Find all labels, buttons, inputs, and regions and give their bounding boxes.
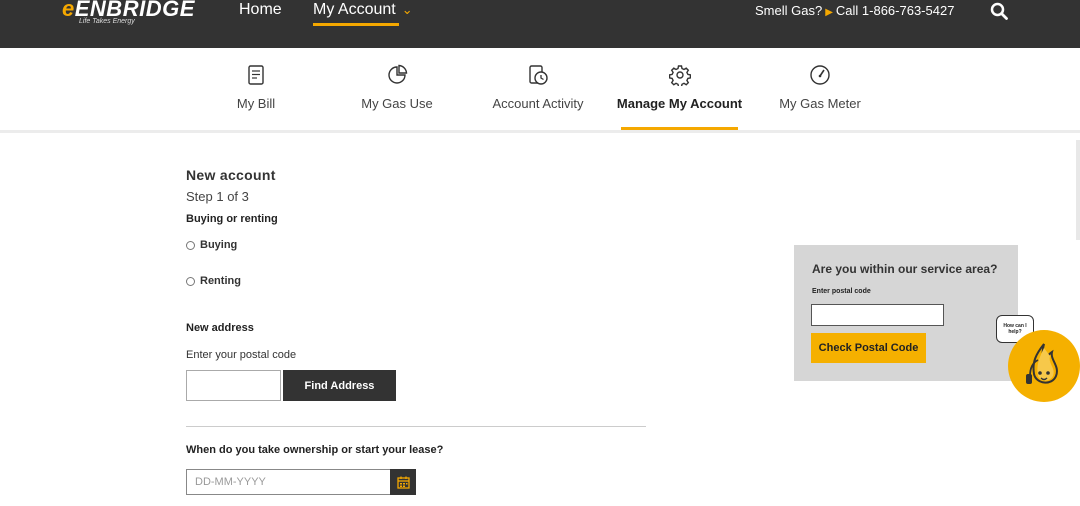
nav-home-link[interactable]: Home [239, 1, 282, 19]
active-nav-indicator [313, 23, 399, 26]
radio-renting-label: Renting [200, 275, 241, 287]
find-address-button[interactable]: Find Address [283, 370, 396, 401]
radio-renting[interactable]: Renting [186, 275, 241, 287]
service-postal-label: Enter postal code [812, 288, 871, 295]
tab-my-bill[interactable]: My Bill [216, 64, 296, 111]
calendar-button[interactable] [390, 469, 416, 495]
enbridge-logo[interactable]: eENBRIDGE Life Takes Energy [62, 0, 194, 32]
bill-icon [248, 65, 264, 85]
buying-renting-label: Buying or renting [186, 213, 278, 225]
postal-code-prompt: Enter your postal code [186, 349, 297, 361]
top-navigation-bar: eENBRIDGE Life Takes Energy Home My Acco… [0, 0, 1080, 48]
logo-tagline: Life Takes Energy [79, 18, 135, 25]
active-tab-indicator [621, 127, 738, 130]
tab-account-activity-label: Account Activity [492, 96, 584, 111]
nav-my-account-label: My Account [313, 1, 396, 18]
tab-manage-my-account[interactable]: Manage My Account [615, 64, 744, 111]
service-area-title: Are you within our service area? [812, 262, 998, 276]
smell-gas-contact[interactable]: Smell Gas? ▶ Call 1-866-763-5427 [755, 3, 954, 18]
radio-buying-label: Buying [200, 239, 238, 251]
pie-chart-icon [388, 64, 408, 84]
ownership-date-input[interactable]: DD-MM-YYYY [186, 469, 391, 495]
check-postal-code-button[interactable]: Check Postal Code [811, 333, 926, 363]
tab-my-gas-use[interactable]: My Gas Use [347, 64, 447, 111]
service-postal-input[interactable] [811, 304, 944, 326]
page-title: New account [186, 167, 276, 183]
tab-my-bill-label: My Bill [236, 96, 276, 111]
activity-clock-icon [529, 65, 548, 85]
tab-manage-my-account-label: Manage My Account [616, 96, 743, 111]
tab-my-gas-meter-label: My Gas Meter [779, 96, 861, 111]
radio-buying-circle[interactable] [186, 240, 195, 250]
chat-helper[interactable]: How can I help? [994, 314, 1080, 404]
postal-code-input[interactable] [186, 370, 281, 401]
radio-renting-circle[interactable] [186, 276, 195, 286]
tab-account-activity[interactable]: Account Activity [484, 64, 592, 111]
new-address-label: New address [186, 322, 254, 334]
flame-mascot-icon [1008, 330, 1080, 402]
tab-my-gas-use-label: My Gas Use [361, 96, 433, 111]
gear-icon [668, 65, 691, 86]
call-number: Call 1-866-763-5427 [835, 3, 955, 18]
search-icon[interactable] [990, 2, 1008, 20]
service-area-panel: Are you within our service area? Enter p… [794, 245, 1018, 381]
caret-right-icon: ▶ [825, 7, 833, 18]
account-subnav: My Bill My Gas Use Account Activity Mana… [0, 48, 1080, 132]
nav-my-account-menu[interactable]: My Account ⌄ [313, 1, 413, 19]
section-divider [186, 426, 646, 427]
smell-gas-label: Smell Gas? [755, 3, 823, 18]
logo-e-mark: e [62, 0, 75, 21]
ownership-date-question: When do you take ownership or start your… [186, 444, 444, 456]
tab-my-gas-meter[interactable]: My Gas Meter [772, 64, 868, 111]
subnav-divider [0, 130, 1080, 133]
page-scrollbar[interactable] [1076, 140, 1080, 240]
gauge-icon [810, 65, 830, 85]
calendar-icon [396, 476, 410, 489]
radio-buying[interactable]: Buying [186, 239, 237, 251]
chevron-down-icon: ⌄ [401, 2, 413, 17]
step-indicator: Step 1 of 3 [186, 189, 249, 204]
